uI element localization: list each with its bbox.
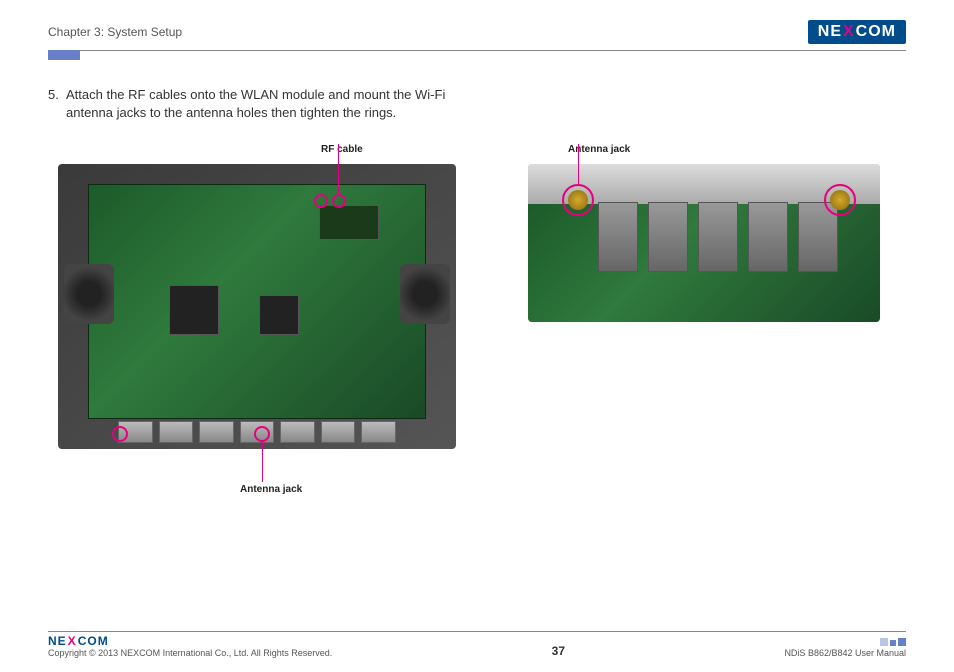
square-icon [880, 638, 888, 646]
port [321, 421, 356, 443]
port [361, 421, 396, 443]
closeup-photo [528, 164, 880, 322]
logo-pre: NE [818, 23, 842, 41]
slot [598, 202, 638, 272]
chipset [259, 295, 299, 335]
page-footer: NEXCOM Copyright © 2013 NEXCOM Internati… [48, 631, 906, 658]
callout-rf-2 [332, 194, 346, 208]
figure-mainboard [58, 164, 456, 449]
footer-logo-post: COM [78, 634, 109, 648]
callout-jack-1 [112, 426, 128, 442]
callout-jack-2 [254, 426, 270, 442]
fan-left [64, 264, 114, 324]
leader-jack [262, 442, 263, 482]
label-antenna-jack-bottom: Antenna jack [240, 484, 302, 495]
footer-left: NEXCOM Copyright © 2013 NEXCOM Internati… [48, 634, 332, 658]
chassis-photo [58, 164, 456, 449]
step-text: Attach the RF cables onto the WLAN modul… [66, 86, 468, 122]
footer-right: NDiS B862/B842 User Manual [784, 638, 906, 658]
leader-rf [338, 144, 339, 194]
pcb-board [88, 184, 426, 419]
header-divider [48, 50, 906, 51]
callout-jack-right [824, 184, 856, 216]
slot [648, 202, 688, 272]
slot [698, 202, 738, 272]
leader-jack-top [578, 144, 579, 184]
square-icon [890, 640, 896, 646]
nexcom-logo: NEXCOM [808, 20, 906, 44]
footer-logo: NEXCOM [48, 634, 109, 648]
footer-divider [48, 631, 906, 632]
content-area: 5. Attach the RF cables onto the WLAN mo… [48, 86, 906, 122]
logo-post: COM [856, 23, 896, 41]
footer-row: NEXCOM Copyright © 2013 NEXCOM Internati… [48, 634, 906, 658]
cpu-chip [169, 285, 219, 335]
manual-page: Chapter 3: System Setup NEXCOM 5. Attach… [0, 0, 954, 672]
fan-right [400, 264, 450, 324]
copyright-text: Copyright © 2013 NEXCOM International Co… [48, 648, 332, 658]
step-number: 5. [48, 86, 66, 122]
callout-rf-1 [314, 194, 328, 208]
port [159, 421, 194, 443]
logo-x: X [843, 23, 855, 41]
figure-antenna-jack [528, 164, 880, 322]
side-tab [48, 50, 80, 60]
slot [748, 202, 788, 272]
footer-logo-pre: NE [48, 634, 67, 648]
label-rf-cable: RF cable [321, 144, 363, 155]
port [199, 421, 234, 443]
port [280, 421, 315, 443]
footer-decoration [784, 638, 906, 646]
page-number: 37 [552, 644, 565, 658]
manual-title: NDiS B862/B842 User Manual [784, 648, 906, 658]
footer-logo-x: X [68, 634, 77, 648]
wlan-module [319, 205, 379, 240]
square-icon [898, 638, 906, 646]
callout-jack-left [562, 184, 594, 216]
step-5: 5. Attach the RF cables onto the WLAN mo… [48, 86, 468, 122]
page-header: Chapter 3: System Setup NEXCOM [48, 18, 906, 46]
chapter-label: Chapter 3: System Setup [48, 25, 182, 39]
